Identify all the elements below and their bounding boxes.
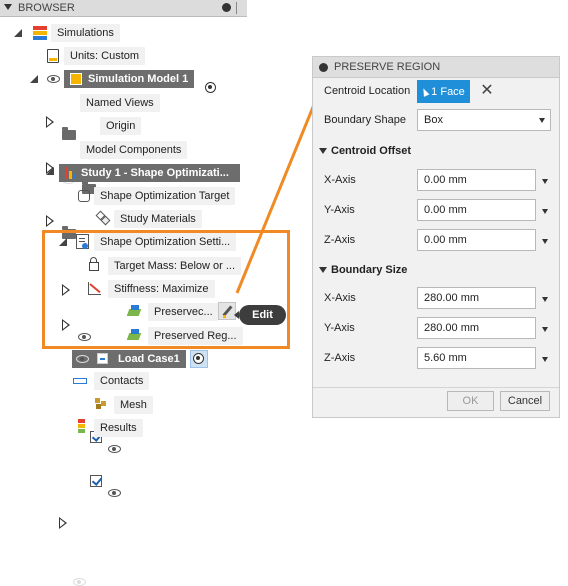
load-case-expander[interactable]	[59, 517, 67, 529]
axis-label: X-Axis	[324, 174, 356, 186]
chevron-down-icon[interactable]	[542, 327, 548, 332]
collapse-triangle-icon[interactable]	[319, 267, 327, 273]
centroid-x-row: X-Axis 0.00 mm	[313, 168, 559, 194]
size-x-row: X-Axis 280.00 mm	[313, 286, 559, 312]
axis-label: Y-Axis	[324, 322, 355, 334]
cancel-button[interactable]: Cancel	[500, 391, 550, 411]
centroid-y-input[interactable]: 0.00 mm	[417, 199, 536, 221]
ok-button[interactable]: OK	[447, 391, 494, 411]
centroid-location-row: Centroid Location 1 Face ✕	[313, 79, 559, 105]
centroid-z-input[interactable]: 0.00 mm	[417, 229, 536, 251]
face-selection-text: 1 Face	[431, 85, 465, 98]
chevron-down-icon	[539, 118, 545, 123]
panel-title: PRESERVE REGION	[334, 61, 441, 73]
preserve-2-checkbox[interactable]	[90, 475, 102, 487]
size-z-input[interactable]: 5.60 mm	[417, 347, 536, 369]
axis-label: Y-Axis	[324, 204, 355, 216]
chevron-down-icon[interactable]	[542, 179, 548, 184]
panel-dot-icon[interactable]	[319, 63, 328, 72]
size-y-row: Y-Axis 280.00 mm	[313, 316, 559, 342]
centroid-x-input[interactable]: 0.00 mm	[417, 169, 536, 191]
size-y-input[interactable]: 280.00 mm	[417, 317, 536, 339]
preserve-region-panel: PRESERVE REGION Centroid Location 1 Face…	[312, 56, 560, 418]
chevron-down-icon[interactable]	[542, 357, 548, 362]
chevron-down-icon[interactable]	[542, 209, 548, 214]
centroid-offset-heading: Centroid Offset	[331, 145, 412, 157]
visibility-eye-icon[interactable]	[73, 578, 86, 586]
centroid-offset-section[interactable]: Centroid Offset	[319, 145, 411, 157]
size-x-input[interactable]: 280.00 mm	[417, 287, 536, 309]
visibility-eye-icon[interactable]	[108, 445, 121, 453]
boundary-shape-row: Boundary Shape Box	[313, 108, 559, 134]
centroid-location-label: Centroid Location	[324, 85, 411, 97]
axis-label: X-Axis	[324, 292, 356, 304]
size-z-row: Z-Axis 5.60 mm	[313, 346, 559, 372]
collapse-triangle-icon[interactable]	[319, 148, 327, 154]
boundary-size-heading: Boundary Size	[331, 264, 408, 276]
boundary-size-section[interactable]: Boundary Size	[319, 264, 407, 276]
chevron-down-icon[interactable]	[542, 297, 548, 302]
face-selection-button[interactable]: 1 Face	[417, 80, 470, 103]
boundary-shape-select[interactable]: Box	[417, 109, 551, 131]
boundary-shape-label: Boundary Shape	[324, 114, 406, 126]
boundary-shape-value: Box	[424, 114, 443, 126]
centroid-y-row: Y-Axis 0.00 mm	[313, 198, 559, 224]
footer-divider	[313, 387, 559, 388]
callout-arrow-line	[235, 89, 322, 294]
clear-selection-icon[interactable]: ✕	[477, 81, 497, 101]
centroid-z-row: Z-Axis 0.00 mm	[313, 228, 559, 254]
axis-label: Z-Axis	[324, 352, 356, 364]
panel-header: PRESERVE REGION	[313, 57, 559, 78]
visibility-eye-icon[interactable]	[108, 489, 121, 497]
cursor-arrow-icon	[420, 86, 430, 97]
chevron-down-icon[interactable]	[542, 239, 548, 244]
axis-label: Z-Axis	[324, 234, 356, 246]
